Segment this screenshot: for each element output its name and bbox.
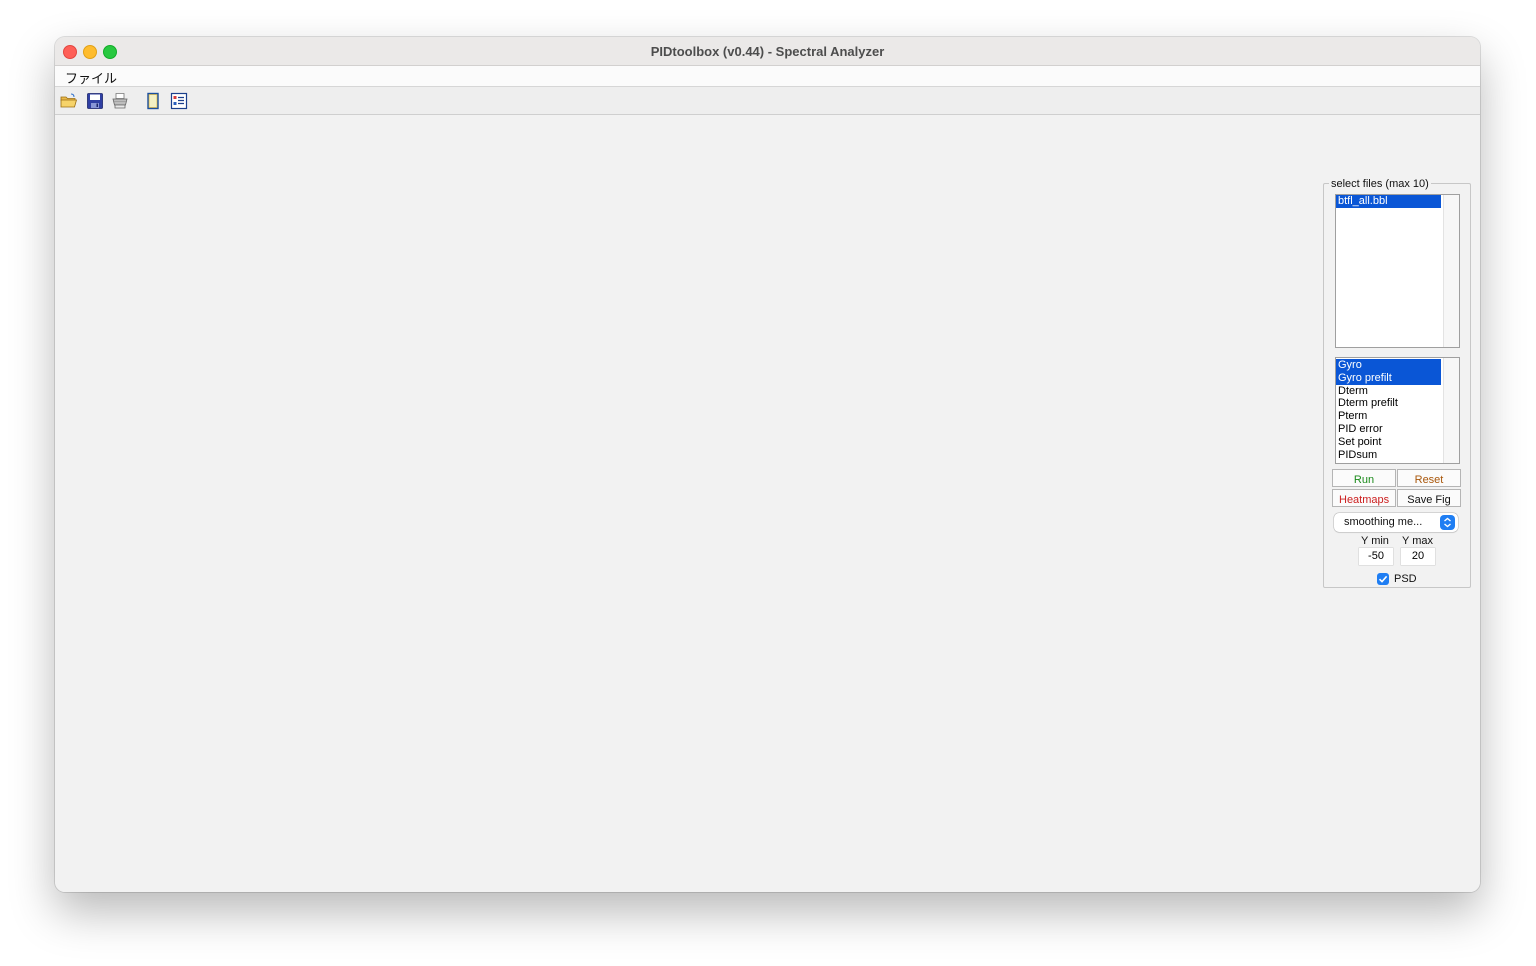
- signal-list-item[interactable]: Gyro prefilt: [1336, 371, 1441, 385]
- signal-list-item[interactable]: PIDsum: [1336, 449, 1441, 462]
- file-list-scrollbar[interactable]: [1443, 195, 1459, 347]
- toolbar: [55, 87, 1480, 115]
- smoothing-select-value: smoothing me...: [1344, 516, 1423, 528]
- print-icon[interactable]: [111, 92, 129, 110]
- blank-page-icon[interactable]: [144, 92, 162, 110]
- window-title: PIDtoolbox (v0.44) - Spectral Analyzer: [650, 44, 885, 59]
- smoothing-select[interactable]: smoothing me...: [1334, 513, 1458, 532]
- reset-button[interactable]: Reset: [1397, 469, 1461, 487]
- file-selection-panel: select files (max 10) btfl_all.bbl Gyro G…: [1323, 178, 1471, 588]
- file-listbox[interactable]: btfl_all.bbl: [1335, 194, 1460, 348]
- app-window: PIDtoolbox (v0.44) - Spectral Analyzer フ…: [55, 37, 1480, 892]
- menu-bar: ファイル: [55, 66, 1480, 87]
- psd-label: PSD: [1394, 573, 1417, 585]
- save-fig-button[interactable]: Save Fig: [1397, 489, 1461, 507]
- psd-checkbox[interactable]: [1377, 573, 1389, 585]
- signal-list-item[interactable]: Dterm: [1336, 385, 1441, 398]
- signal-list-item[interactable]: Gyro: [1336, 359, 1441, 372]
- file-list-item[interactable]: btfl_all.bbl: [1336, 195, 1441, 208]
- run-button[interactable]: Run: [1332, 469, 1396, 487]
- title-bar: PIDtoolbox (v0.44) - Spectral Analyzer: [55, 37, 1480, 66]
- signal-list-item[interactable]: Pterm: [1336, 410, 1441, 423]
- open-folder-icon[interactable]: [60, 92, 78, 110]
- signal-list-item[interactable]: Set point: [1336, 436, 1441, 449]
- chevron-up-down-icon: [1440, 515, 1455, 530]
- heatmaps-button[interactable]: Heatmaps: [1332, 489, 1396, 507]
- save-disk-icon[interactable]: [86, 92, 104, 110]
- ymin-input[interactable]: -50: [1359, 548, 1393, 565]
- ymax-input[interactable]: 20: [1401, 548, 1435, 565]
- property-inspector-icon[interactable]: [170, 92, 188, 110]
- figure-canvas: [55, 115, 1480, 892]
- menu-file[interactable]: ファイル: [65, 68, 117, 87]
- checkmark-icon: [1378, 575, 1388, 583]
- signal-list-item[interactable]: PID error: [1336, 423, 1441, 436]
- ymin-label: Y min: [1361, 535, 1389, 547]
- signal-list-item[interactable]: Dterm prefilt: [1336, 397, 1441, 410]
- panel-legend: select files (max 10): [1329, 178, 1431, 190]
- signal-listbox[interactable]: Gyro Gyro prefilt Dterm Dterm prefilt Pterm P…: [1335, 357, 1460, 464]
- ymax-label: Y max: [1402, 535, 1433, 547]
- signal-list-scrollbar[interactable]: [1443, 358, 1459, 463]
